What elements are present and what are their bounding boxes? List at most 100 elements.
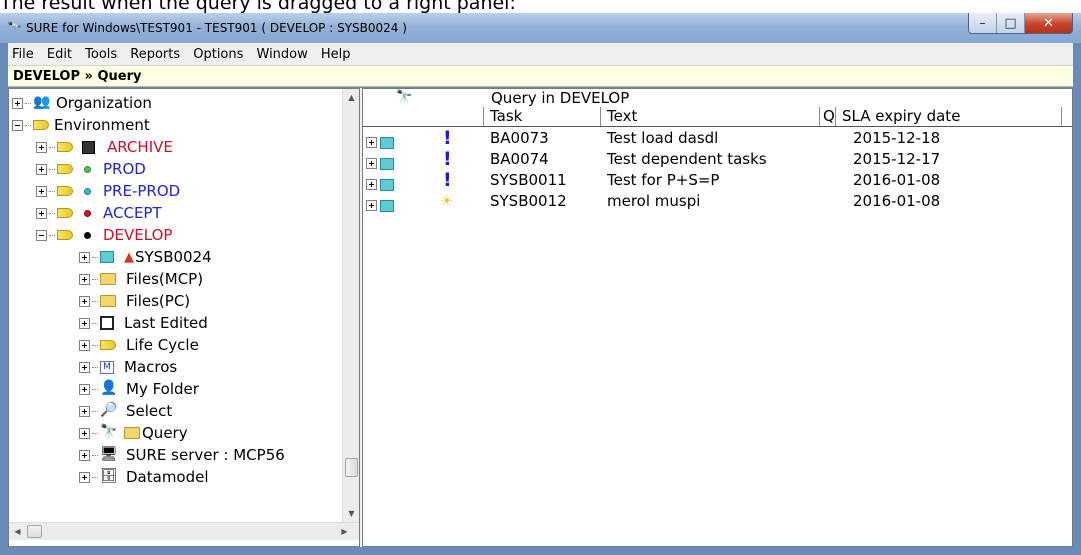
archive-icon bbox=[82, 140, 95, 154]
expand-icon[interactable] bbox=[79, 427, 90, 439]
tree-item-prod[interactable]: PROD bbox=[36, 158, 146, 180]
table-row[interactable]: ! BA0074 Test dependent tasks 2015-12-17 bbox=[363, 149, 1072, 170]
scroll-right-icon[interactable]: ▶ bbox=[336, 523, 353, 540]
tree-item-archive[interactable]: ARCHIVE bbox=[36, 136, 173, 158]
query-title: Query in DEVELOP bbox=[491, 89, 630, 107]
navigation-tree-pane: 👥 Organization Environment ARCHIVE PROD … bbox=[8, 88, 360, 547]
menu-options[interactable]: Options bbox=[189, 44, 247, 62]
expand-icon[interactable] bbox=[79, 317, 90, 329]
text-cell: Test for P+S=P bbox=[607, 171, 720, 189]
expand-icon[interactable] bbox=[79, 339, 90, 351]
navigation-tree: 👥 Organization Environment ARCHIVE PROD … bbox=[9, 89, 342, 522]
status-dot-icon bbox=[84, 187, 91, 195]
column-header-task[interactable]: Task bbox=[483, 107, 600, 126]
tree-item-organization[interactable]: 👥 Organization bbox=[12, 92, 152, 114]
collapse-icon[interactable] bbox=[12, 119, 23, 131]
new-task-sun-icon: ☀ bbox=[440, 192, 454, 210]
last-edited-icon bbox=[100, 316, 114, 330]
tree-item-accept[interactable]: ACCEPT bbox=[36, 202, 162, 224]
tree-item-datamodel[interactable]: 🗄 Datamodel bbox=[79, 466, 209, 488]
tree-item-life-cycle[interactable]: Life Cycle bbox=[79, 334, 199, 356]
expand-icon[interactable] bbox=[36, 185, 47, 197]
scroll-thumb[interactable] bbox=[27, 525, 42, 538]
menu-tools[interactable]: Tools bbox=[81, 44, 121, 62]
expand-icon[interactable] bbox=[366, 200, 377, 211]
expand-icon[interactable] bbox=[79, 383, 90, 395]
task-icon bbox=[380, 137, 394, 149]
menu-reports[interactable]: Reports bbox=[126, 44, 184, 62]
sla-cell: 2015-12-17 bbox=[853, 150, 941, 168]
my-folder-icon: 👤 bbox=[100, 380, 118, 396]
tree-item-sure-server[interactable]: 🖥 SURE server : MCP56 bbox=[79, 444, 285, 466]
folder-icon bbox=[100, 295, 116, 307]
close-button[interactable]: ✕ bbox=[1025, 13, 1072, 33]
column-header-q[interactable]: Q bbox=[819, 107, 835, 126]
environment-icon bbox=[57, 230, 73, 240]
table-row[interactable]: ! BA0073 Test load dasdl 2015-12-18 bbox=[363, 128, 1072, 149]
column-header-text[interactable]: Text bbox=[600, 107, 819, 126]
tree-item-my-folder[interactable]: 👤 My Folder bbox=[79, 378, 199, 400]
expand-icon[interactable] bbox=[79, 405, 90, 417]
menu-window[interactable]: Window bbox=[253, 44, 312, 62]
scroll-left-icon[interactable]: ◀ bbox=[9, 523, 26, 540]
minimize-button[interactable]: – bbox=[969, 13, 997, 33]
title-bar[interactable]: 🔭 SURE for Windows\TEST901 - TEST901 ( D… bbox=[0, 13, 1081, 43]
tree-item-last-edited[interactable]: Last Edited bbox=[79, 312, 208, 334]
folder-icon bbox=[124, 427, 140, 439]
expand-icon[interactable] bbox=[366, 137, 377, 148]
expand-icon[interactable] bbox=[36, 141, 47, 153]
task-cell: SYSB0012 bbox=[490, 192, 567, 210]
expand-icon[interactable] bbox=[366, 158, 377, 169]
lifecycle-icon bbox=[100, 340, 116, 350]
tree-item-select[interactable]: 🔎 Select bbox=[79, 400, 172, 422]
expand-icon[interactable] bbox=[79, 295, 90, 307]
table-row[interactable]: ☀ SYSB0012 merol muspi 2016-01-08 bbox=[363, 191, 1072, 212]
client-area: 👥 Organization Environment ARCHIVE PROD … bbox=[8, 88, 1073, 547]
text-cell: Test dependent tasks bbox=[607, 150, 767, 168]
tree-item-sysb0024[interactable]: ▲ SYSB0024 bbox=[79, 246, 212, 268]
datamodel-icon: 🗄 bbox=[100, 468, 118, 484]
task-cell: BA0073 bbox=[490, 129, 549, 147]
expand-icon[interactable] bbox=[36, 207, 47, 219]
priority-mark-icon: ! bbox=[443, 127, 452, 149]
tree-item-query[interactable]: 🔭 Query bbox=[79, 422, 188, 444]
task-cell: BA0074 bbox=[490, 150, 549, 168]
environment-icon bbox=[33, 120, 49, 130]
tree-item-files-pc[interactable]: Files(PC) bbox=[79, 290, 190, 312]
sla-cell: 2015-12-18 bbox=[853, 129, 941, 147]
tree-item-develop[interactable]: DEVELOP bbox=[36, 224, 172, 246]
tree-item-pre-prod[interactable]: PRE-PROD bbox=[36, 180, 180, 202]
tree-item-environment[interactable]: Environment bbox=[12, 114, 150, 136]
column-header-sla-expiry[interactable]: SLA expiry date bbox=[835, 107, 1062, 126]
table-row[interactable]: ! SYSB0011 Test for P+S=P 2016-01-08 bbox=[363, 170, 1072, 191]
column-headers: Task Text Q SLA expiry date bbox=[363, 107, 1072, 127]
scroll-down-icon[interactable]: ▼ bbox=[343, 505, 359, 522]
environment-icon bbox=[57, 164, 73, 174]
expand-icon[interactable] bbox=[366, 179, 377, 190]
menu-help[interactable]: Help bbox=[317, 44, 355, 62]
tree-vertical-scrollbar[interactable]: ▲ ▼ bbox=[342, 89, 359, 522]
tree-horizontal-scrollbar[interactable]: ◀ ▶ bbox=[9, 522, 359, 540]
status-dot-icon bbox=[84, 231, 91, 239]
expand-icon[interactable] bbox=[79, 449, 90, 461]
expand-icon[interactable] bbox=[79, 251, 90, 263]
scroll-thumb[interactable] bbox=[345, 458, 358, 477]
environment-icon bbox=[57, 186, 73, 196]
tree-item-macros[interactable]: M Macros bbox=[79, 356, 177, 378]
expand-icon[interactable] bbox=[79, 471, 90, 483]
menu-edit[interactable]: Edit bbox=[43, 44, 76, 62]
tree-item-files-mcp[interactable]: Files(MCP) bbox=[79, 268, 203, 290]
scroll-up-icon[interactable]: ▲ bbox=[343, 89, 359, 106]
text-cell: Test load dasdl bbox=[607, 129, 719, 147]
expand-icon[interactable] bbox=[79, 273, 90, 285]
menu-file[interactable]: File bbox=[8, 44, 38, 62]
collapse-icon[interactable] bbox=[36, 229, 47, 241]
environment-icon bbox=[57, 142, 73, 152]
maximize-button[interactable]: □ bbox=[997, 13, 1025, 33]
warning-icon: ▲ bbox=[124, 249, 134, 265]
select-icon: 🔎 bbox=[100, 402, 118, 418]
expand-icon[interactable] bbox=[36, 163, 47, 175]
expand-icon[interactable] bbox=[79, 361, 90, 373]
expand-icon[interactable] bbox=[12, 97, 23, 109]
window-bottom-border bbox=[8, 547, 1073, 555]
